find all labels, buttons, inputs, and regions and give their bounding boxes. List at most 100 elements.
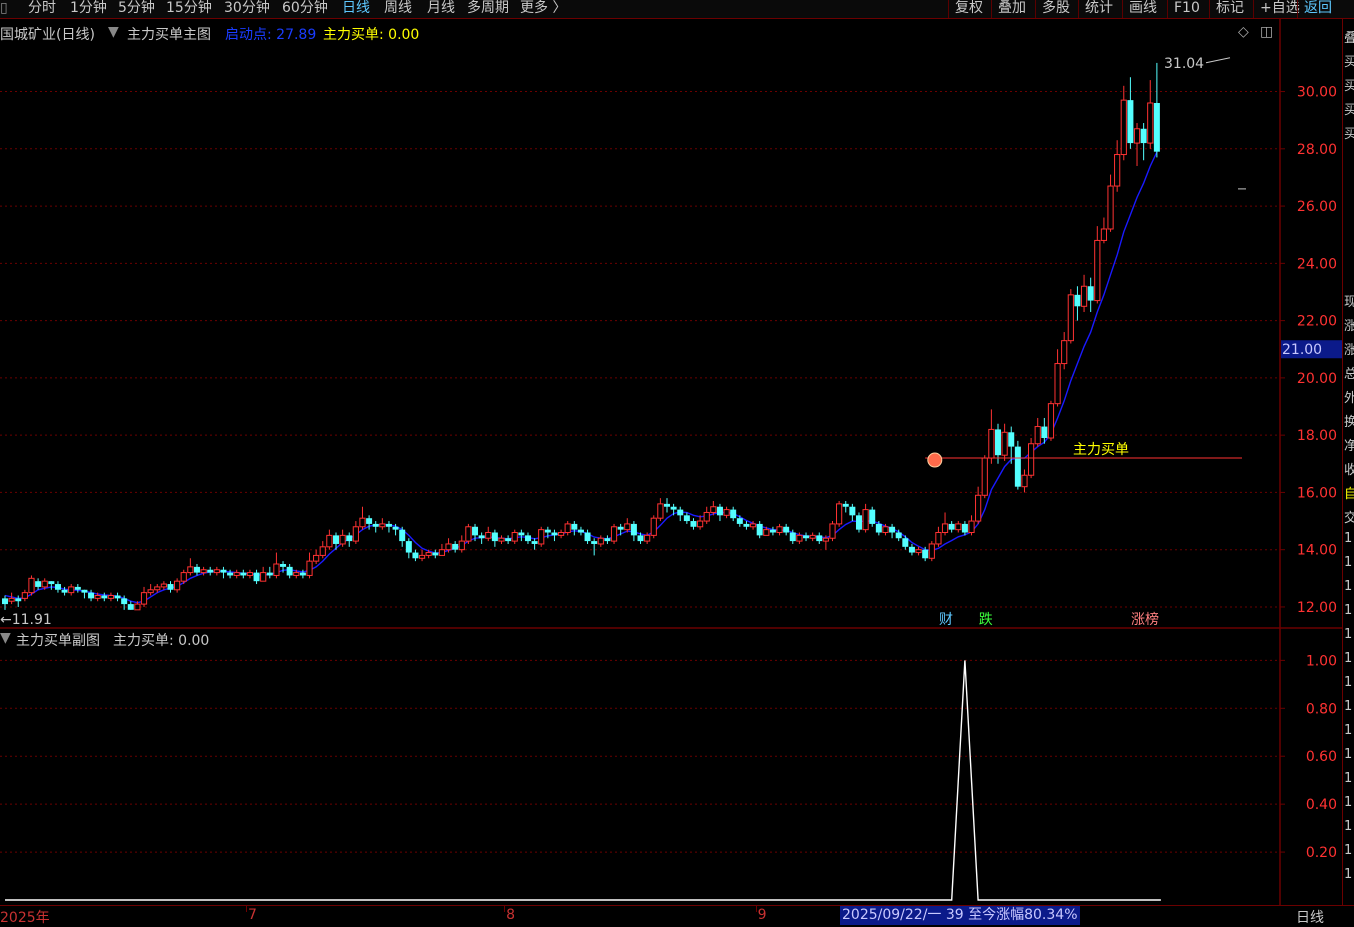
candle [74,584,81,593]
candle-body [48,581,55,585]
candle-body [531,541,538,544]
candle [551,529,558,542]
candle [723,506,730,519]
candle-body [1021,474,1028,488]
event-marker: 财 [939,612,953,628]
candle-body [995,429,1001,456]
date-range-box: 2025/09/22/一 39 至今涨幅80.34% [840,906,1080,925]
candle-body [955,523,962,531]
candle [809,532,816,542]
candle-body [213,569,220,574]
candle [948,521,955,533]
candle [1047,400,1055,441]
candle-body [134,603,141,611]
period-label[interactable]: 日线 [1296,907,1324,927]
current-price-label: 21.00 [1282,342,1322,358]
candle-body [1120,99,1127,156]
sub-y-tick-label: 0.40 [1306,797,1337,813]
sidebar-field-17: 净 [1344,435,1354,454]
candle-body [736,518,743,524]
candle-body [438,549,446,556]
candle [273,552,280,579]
sub-y-tick-label: 1.00 [1306,653,1337,669]
candle [220,566,227,579]
candle [869,506,876,527]
candle [465,523,472,544]
candle [577,526,584,536]
candle [597,535,604,547]
candle-body [829,523,836,539]
sidebar-field-0: 叠 [1344,27,1354,46]
candle [193,564,200,576]
candle-body [538,529,545,545]
y-tick-label: 12.00 [1297,600,1337,616]
high-price-arrow [1205,57,1231,64]
candle [28,575,35,596]
y-tick-label: 26.00 [1297,199,1337,215]
sidebar-field-23: 1 [1344,579,1353,594]
candle-body [710,506,717,513]
candle-body [584,532,591,542]
candle-body [597,537,604,545]
candle [319,541,326,559]
price-chart[interactable]: 主力买单 ←11.91 31.04 财 跌 涨榜 12.00 14.00 16.00 18.00… [0,0,1342,905]
candle [955,521,962,533]
candle [1061,332,1068,370]
candle [101,592,108,602]
candle [591,538,598,556]
candle [1133,123,1141,166]
candle-body [723,509,730,516]
candle-body [180,572,187,582]
candle-body [875,523,882,533]
candle-body [922,549,929,559]
quote-sidebar: 叠买买买买现涨涨总外换净收自交111111111111111 [1342,19,1354,925]
sidebar-field-29: 1 [1344,723,1353,738]
candle-body [803,535,810,539]
candle-body [630,523,637,536]
candle [147,584,154,596]
candle [776,523,783,536]
candle-body [624,523,631,531]
sidebar-field-24: 1 [1344,603,1353,618]
candle [458,535,465,553]
date-axis: 2025年78911 2025/09/22/一 39 至今涨幅80.34% 日线 [0,905,1354,926]
candle-body [697,520,704,528]
candle-body [544,529,551,533]
sidebar-field-3: 买 [1344,99,1354,118]
candle [624,518,631,533]
candle-body [94,595,101,599]
candle-body [789,532,796,542]
candle-body [54,584,61,590]
candle-body [1133,128,1141,144]
candle [743,521,750,530]
candle-body [498,537,505,542]
sub-y-tick-label: 0.20 [1306,845,1337,861]
candle-body [114,595,121,599]
candle-body [207,569,214,573]
candle-body [478,535,485,539]
candle [630,521,637,542]
candle [498,535,505,544]
candle [1127,77,1134,149]
candle [889,523,896,539]
candle-body [637,535,644,542]
candle-body [366,518,373,524]
candle-body [756,523,763,536]
high-price-label: 31.04 [1164,56,1204,72]
candle-body [948,523,955,530]
candle-body [299,572,306,576]
candle [604,535,611,544]
sidebar-field-27: 1 [1344,675,1353,690]
candle-body [41,580,48,588]
candle-body [591,541,598,544]
candle-body [743,523,750,527]
candle-body [61,589,68,593]
candle-body [147,589,154,594]
sidebar-field-21: 1 [1344,531,1353,546]
candle [1114,140,1121,192]
candle [902,535,909,550]
candle-body [1147,102,1154,144]
candle-body [352,526,359,542]
candle-body [233,572,240,576]
candle-body [101,595,108,599]
